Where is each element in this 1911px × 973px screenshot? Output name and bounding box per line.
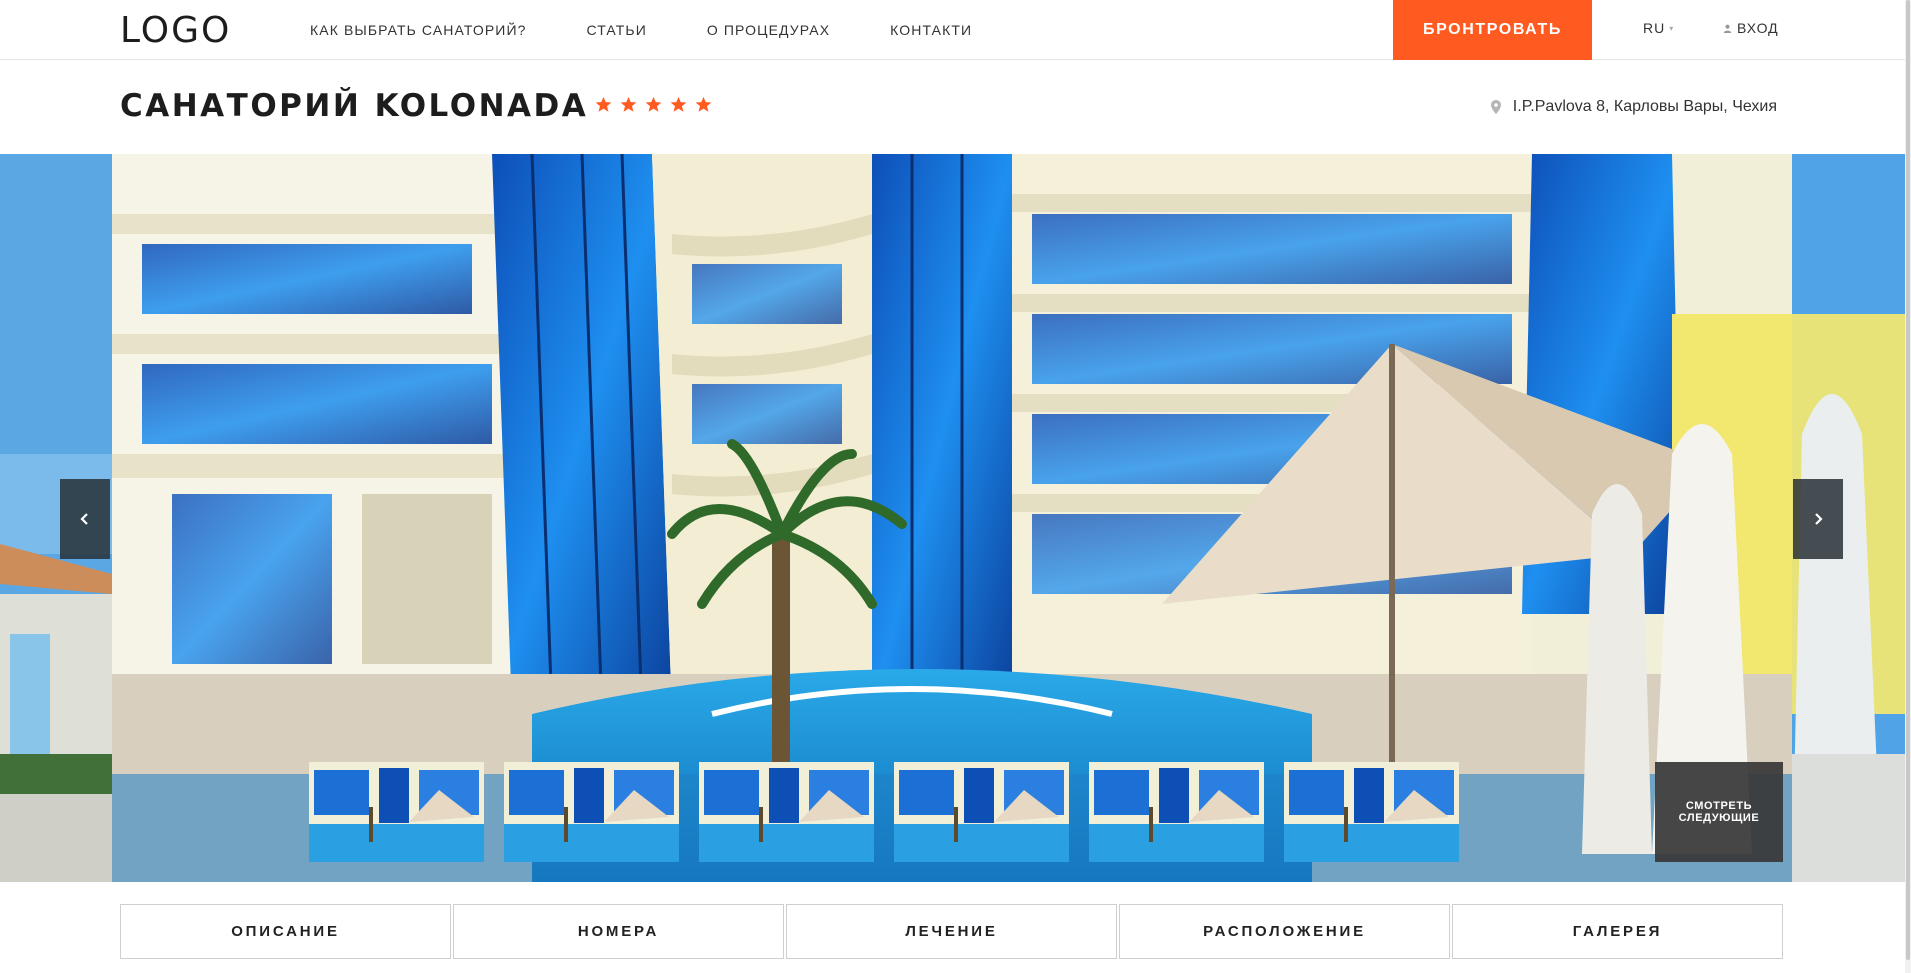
nav-link-articles[interactable]: СТАТЬИ xyxy=(587,22,647,38)
page-title: САНАТОРИЙ KOLONADA xyxy=(120,88,589,124)
star-icon xyxy=(620,96,637,112)
gallery-thumbnail[interactable] xyxy=(1284,762,1459,862)
tab-location[interactable]: РАСПОЛОЖЕНИЕ xyxy=(1119,904,1450,959)
gallery-thumbnail[interactable] xyxy=(699,762,874,862)
login-label: ВХОД xyxy=(1737,20,1779,36)
book-button[interactable]: БРОНТРОВАТЬ xyxy=(1393,0,1592,60)
address-text: I.P.Pavlova 8, Карловы Вары, Чехия xyxy=(1512,98,1777,115)
see-next-button[interactable]: СМОТРЕТЬ СЛЕДУЮЩИЕ xyxy=(1655,762,1783,862)
nav-link-procedures[interactable]: О ПРОЦЕДУРАХ xyxy=(707,22,830,38)
language-label: RU xyxy=(1643,20,1666,36)
thumbnail-image xyxy=(894,762,1069,862)
thumbnail-image xyxy=(1089,762,1264,862)
language-selector[interactable]: RU ▾ xyxy=(1643,20,1674,36)
star-icon xyxy=(595,96,612,112)
gallery-thumbnail[interactable] xyxy=(504,762,679,862)
gallery-thumbnail[interactable] xyxy=(894,762,1069,862)
thumbnail-image xyxy=(1284,762,1459,862)
map-pin-icon xyxy=(1490,100,1501,114)
thumbnail-image xyxy=(699,762,874,862)
star-rating xyxy=(595,96,712,113)
tab-treatment[interactable]: ЛЕЧЕНИЕ xyxy=(786,904,1117,959)
chevron-left-icon xyxy=(80,513,88,525)
previous-slide-button[interactable] xyxy=(60,479,110,559)
see-next-label-line1: СМОТРЕТЬ xyxy=(1685,800,1753,812)
gallery-thumbnail[interactable] xyxy=(309,762,484,862)
main-nav: КАК ВЫБРАТЬ САНАТОРИЙ? СТАТЬИ О ПРОЦЕДУР… xyxy=(310,0,1032,60)
chevron-down-icon: ▾ xyxy=(1669,23,1675,33)
next-slide-button[interactable] xyxy=(1793,479,1843,559)
see-next-label-line2: СЛЕДУЮЩИЕ xyxy=(1678,812,1760,824)
star-icon xyxy=(670,96,687,112)
gallery-thumbnail[interactable] xyxy=(1089,762,1264,862)
user-icon xyxy=(1723,24,1732,33)
hotel-title-row: САНАТОРИЙ KOLONADA I.P.Pavlova 8, Карлов… xyxy=(0,60,1905,154)
thumbnail-strip xyxy=(309,762,1459,862)
tab-description[interactable]: ОПИСАНИЕ xyxy=(120,904,451,959)
hotel-address: I.P.Pavlova 8, Карловы Вары, Чехия xyxy=(1490,98,1777,116)
top-navbar: LOGO КАК ВЫБРАТЬ САНАТОРИЙ? СТАТЬИ О ПРО… xyxy=(0,0,1905,60)
login-link[interactable]: ВХОД xyxy=(1723,20,1779,36)
hero-gallery: СМОТРЕТЬ СЛЕДУЮЩИЕ xyxy=(0,154,1905,882)
section-tabs: ОПИСАНИЕ НОМЕРА ЛЕЧЕНИЕ РАСПОЛОЖЕНИЕ ГАЛ… xyxy=(120,904,1783,959)
star-icon xyxy=(645,96,662,112)
scrollbar-thumb[interactable] xyxy=(1906,0,1910,960)
tab-rooms[interactable]: НОМЕРА xyxy=(453,904,784,959)
thumbnail-image xyxy=(504,762,679,862)
tab-gallery[interactable]: ГАЛЕРЕЯ xyxy=(1452,904,1783,959)
site-logo[interactable]: LOGO xyxy=(120,10,231,51)
nav-link-contacts[interactable]: КОНТАКТИ xyxy=(890,22,972,38)
chevron-right-icon xyxy=(1815,513,1823,525)
star-icon xyxy=(695,96,712,112)
nav-link-how-to-choose[interactable]: КАК ВЫБРАТЬ САНАТОРИЙ? xyxy=(310,22,527,38)
thumbnail-image xyxy=(309,762,484,862)
